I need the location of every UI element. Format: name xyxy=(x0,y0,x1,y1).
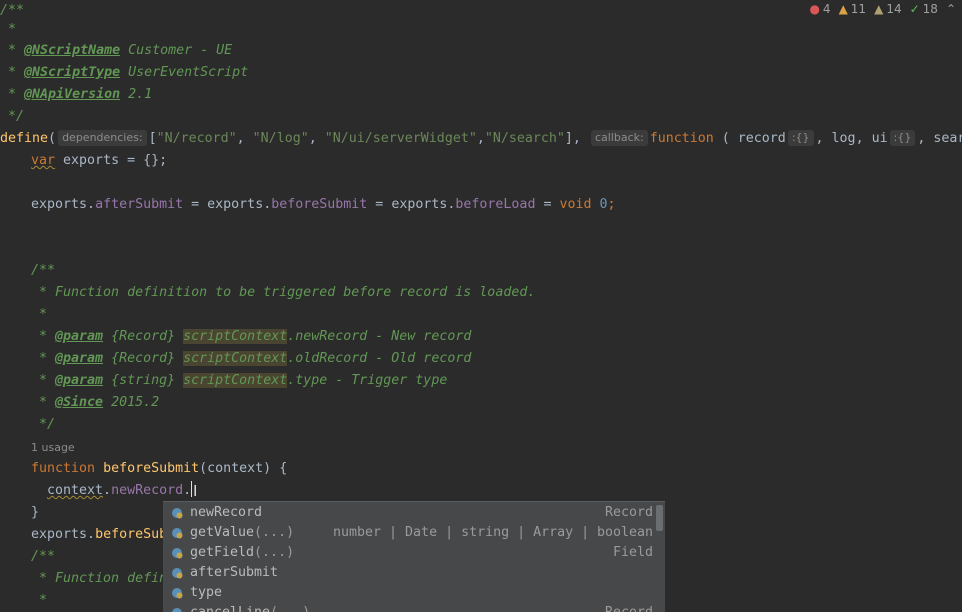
property-icon xyxy=(172,568,183,579)
property-icon xyxy=(172,588,183,599)
property-icon xyxy=(172,508,183,519)
doc-description: * Function definition to be triggered be… xyxy=(31,285,536,300)
warning-icon: ▲ xyxy=(838,2,848,16)
doc-param-3: * @param {string} scriptContext.type - T… xyxy=(31,373,448,388)
ok-count[interactable]: ✓ 18 xyxy=(910,2,938,16)
code-line-3: * @NScriptName Customer - UE xyxy=(0,43,233,58)
doc2-open: /** xyxy=(31,549,56,564)
method-icon xyxy=(172,528,183,539)
weak-warning-count[interactable]: ▲ 14 xyxy=(874,2,902,16)
completion-item[interactable]: getValue(...) number | Date | string | A… xyxy=(163,523,665,543)
weak-warning-icon: ▲ xyxy=(874,2,884,16)
warning-count[interactable]: ▲ 11 xyxy=(839,2,867,16)
completion-item[interactable]: type xyxy=(163,583,665,603)
check-icon: ✓ xyxy=(909,2,920,16)
chevron-up-icon[interactable]: ⌃ xyxy=(946,2,956,16)
completion-item[interactable]: getField(...) Field xyxy=(163,543,665,563)
doc-close: */ xyxy=(31,417,56,432)
param-hint-dependencies: dependencies: xyxy=(58,130,147,146)
code-line-5: * @NApiVersion 2.1 xyxy=(0,87,153,102)
current-line[interactable]: context.newRecord. xyxy=(47,480,193,502)
method-icon xyxy=(172,608,182,612)
completion-item[interactable]: afterSubmit xyxy=(163,563,665,583)
doc-param-2: * @param {Record} scriptContext.oldRecor… xyxy=(31,351,472,366)
error-icon: ● xyxy=(809,2,820,16)
doc-param-1: * @param {Record} scriptContext.newRecor… xyxy=(31,329,472,344)
code-editor[interactable]: ● 4 ▲ 11 ▲ 14 ✓ 18 ⌃ /** * * @NScriptName Cu… xyxy=(0,0,962,612)
exports-before-submit: exports.beforeSub xyxy=(31,527,168,542)
doc-open: /** xyxy=(31,263,56,278)
method-icon xyxy=(172,548,183,559)
doc-star: * xyxy=(31,307,48,322)
inspection-status[interactable]: ● 4 ▲ 11 ▲ 14 ✓ 18 ⌃ xyxy=(809,0,962,18)
completion-item[interactable]: newRecord Record xyxy=(163,503,665,523)
usage-hint[interactable]: 1 usage xyxy=(31,441,75,454)
completion-popup[interactable]: newRecord Record getValue(...) number | … xyxy=(163,501,665,612)
param-hint-callback: callback: xyxy=(590,130,648,146)
doc2-description: * Function defin xyxy=(31,571,168,586)
code-line-var: var exports = {}; xyxy=(31,153,168,168)
doc2-star: * xyxy=(31,593,48,608)
code-line-6: */ xyxy=(0,109,25,124)
text-caret xyxy=(191,481,193,497)
mouse-cursor-icon: I xyxy=(193,482,198,500)
close-brace: } xyxy=(31,505,40,520)
doc-since: * @Since 2015.2 xyxy=(31,395,160,410)
function-declaration: function beforeSubmit(context) { xyxy=(31,461,288,476)
code-line-2: * xyxy=(0,22,17,37)
error-count[interactable]: ● 4 xyxy=(809,2,830,16)
code-line-4: * @NScriptType UserEventScript xyxy=(0,65,249,80)
code-line-define: define(dependencies: ["N/record", "N/log"… xyxy=(0,130,962,146)
code-line-exports: exports.afterSubmit = exports.beforeSubm… xyxy=(31,197,616,212)
